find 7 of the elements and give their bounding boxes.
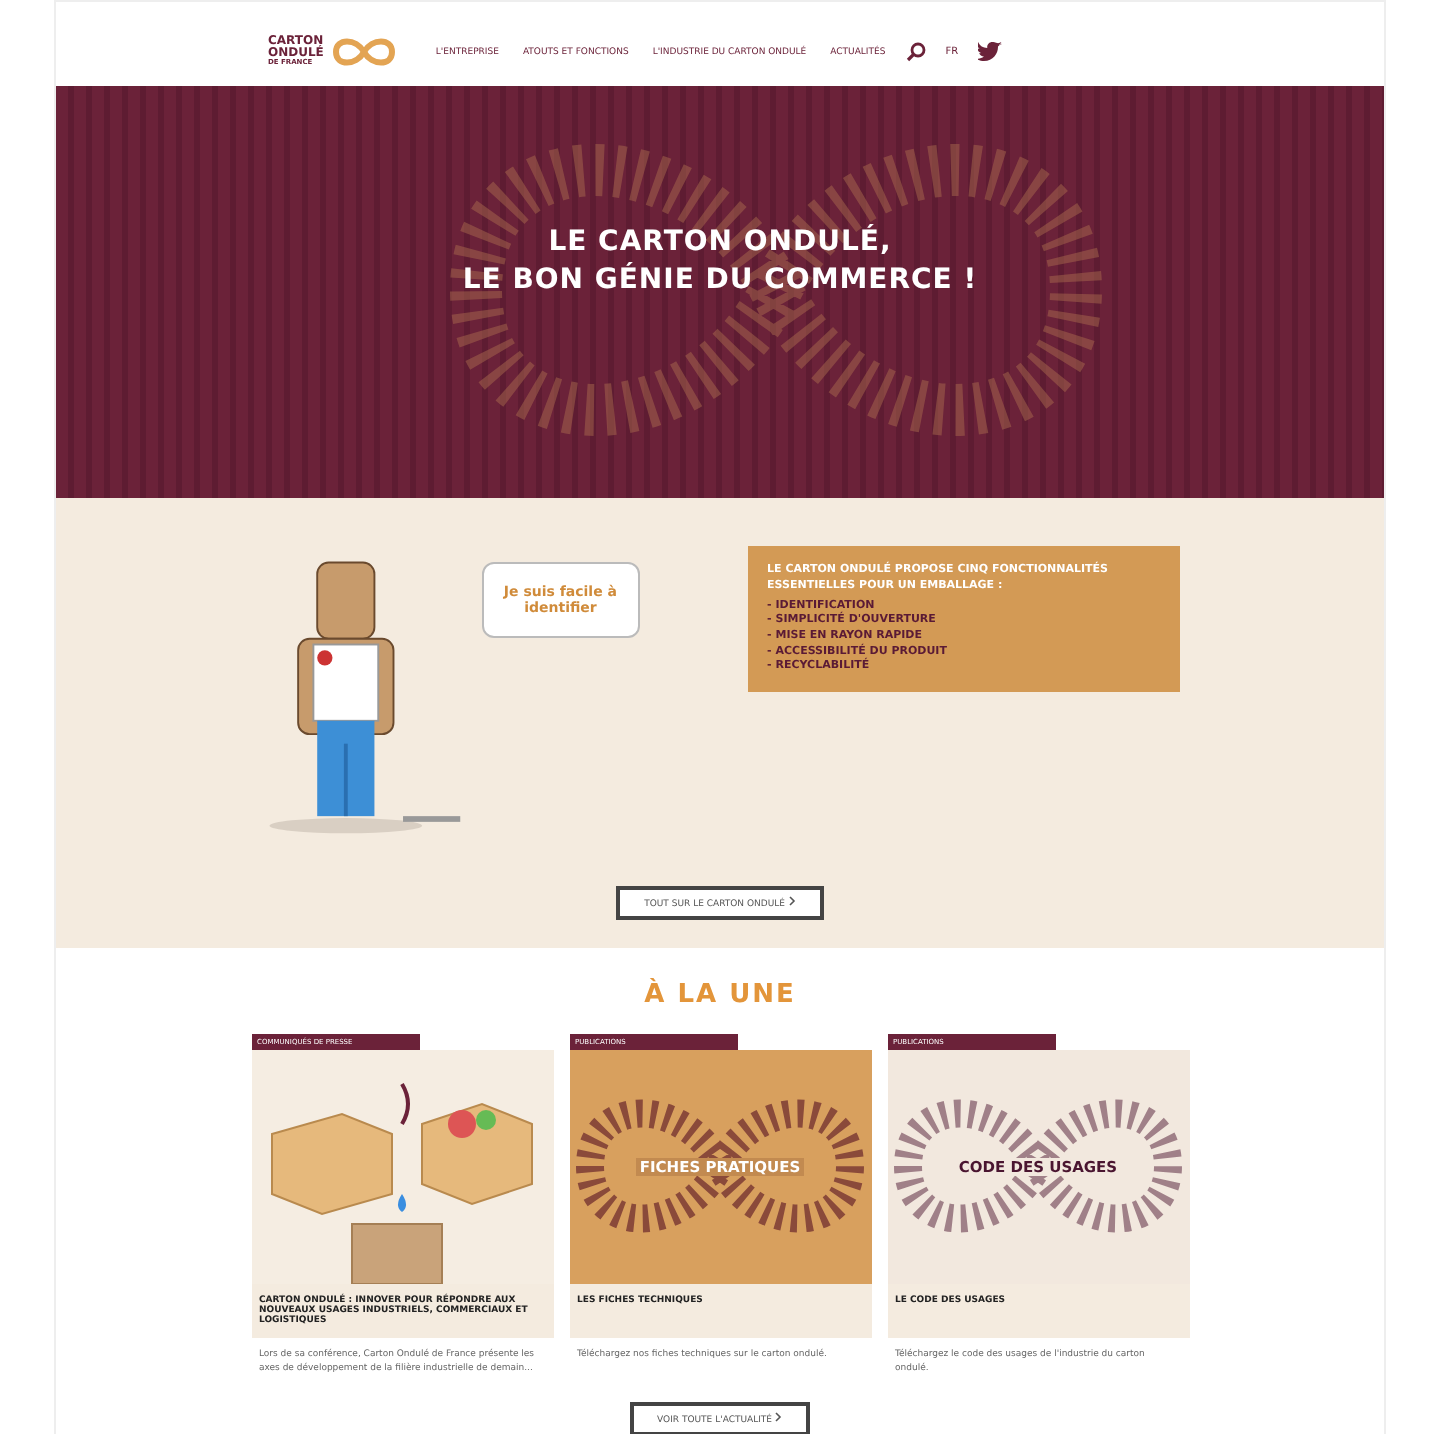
hero-title: LE CARTON ONDULÉ, LE BON GÉNIE DU COMMERCE ! xyxy=(462,224,978,300)
bird-icon[interactable] xyxy=(978,42,1003,62)
chevron-icon xyxy=(774,1411,783,1421)
section-heading: À LA UNE xyxy=(644,980,796,1010)
search-icon[interactable] xyxy=(905,42,926,62)
chevron-icon xyxy=(787,896,796,906)
infinity-logo-icon xyxy=(327,34,400,70)
